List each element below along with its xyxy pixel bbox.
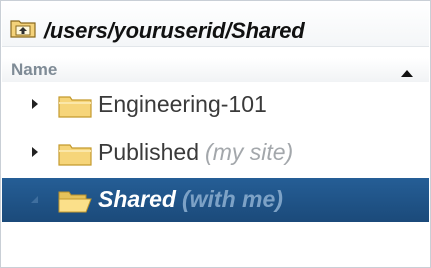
folder-up-icon[interactable]	[10, 18, 36, 38]
column-header-label: Name	[11, 60, 58, 79]
tree-item-note: (with me)	[181, 186, 283, 212]
folder-icon	[58, 142, 92, 166]
sort-ascending-icon[interactable]	[400, 65, 414, 77]
expand-arrow-icon[interactable]	[30, 97, 40, 111]
tree-item-label: Published	[98, 139, 200, 165]
tree-item-note: (my site)	[205, 139, 294, 165]
file-browser-panel: /users/youruserid/Shared Name Engineerin…	[0, 0, 431, 268]
tree-item-label: Shared	[98, 186, 176, 212]
tree-item-engineering-101[interactable]: Engineering-101	[2, 83, 429, 127]
path-bar: /users/youruserid/Shared	[2, 2, 429, 47]
tree-item-shared[interactable]: Shared (with me)	[2, 178, 429, 222]
folder-icon	[58, 94, 92, 118]
tree-item-label: Engineering-101	[98, 91, 267, 117]
expand-arrow-icon[interactable]	[30, 145, 40, 159]
column-header-name[interactable]: Name	[2, 58, 429, 82]
collapse-arrow-icon[interactable]	[30, 192, 40, 206]
open-folder-icon	[58, 189, 92, 213]
current-path: /users/youruserid/Shared	[44, 18, 305, 43]
tree-item-published[interactable]: Published (my site)	[2, 131, 429, 175]
